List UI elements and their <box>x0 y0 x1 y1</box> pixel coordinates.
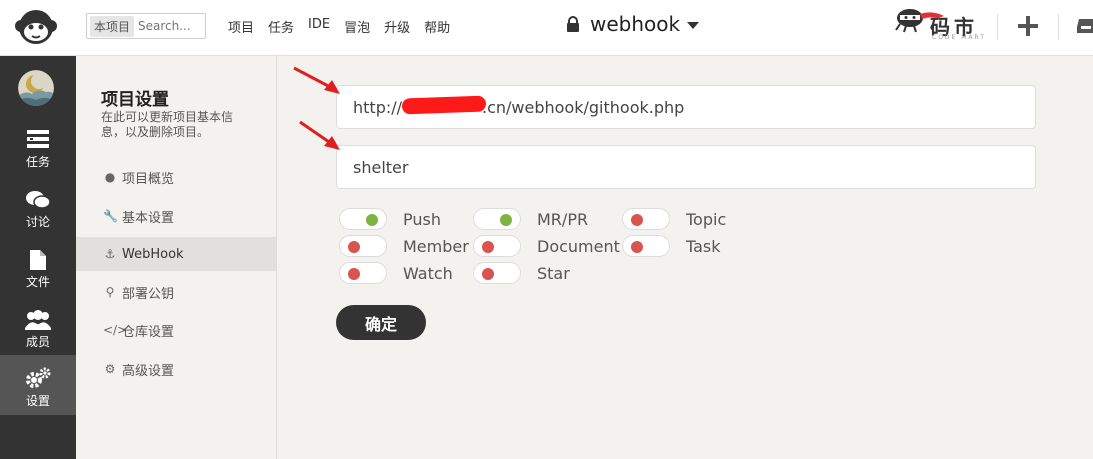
settings-item-label: 项目概览 <box>122 171 175 187</box>
sidebar-item-label: 文件 <box>25 275 50 289</box>
sidebar-item-tasks[interactable]: 任务 <box>0 118 76 178</box>
tasks-icon <box>27 130 49 148</box>
annotation-arrow-icon <box>299 120 340 150</box>
event-watch[interactable]: Watch <box>339 262 453 284</box>
settings-item-deploy-key[interactable]: ⚲ 部署公钥 <box>76 275 276 309</box>
settings-title: 项目设置 <box>101 90 169 110</box>
url-prefix: http:// <box>353 97 403 117</box>
lock-icon <box>567 15 579 32</box>
info-icon: ● <box>104 170 116 184</box>
url-suffix: .cn/webhook/githook.php <box>482 97 685 117</box>
avatar[interactable] <box>18 70 54 106</box>
sidebar-item-settings[interactable]: 设置 <box>0 355 76 415</box>
divider <box>1058 14 1059 40</box>
event-label: Document <box>537 236 620 256</box>
token-value: shelter <box>353 157 409 177</box>
event-label: Star <box>537 263 570 283</box>
sidebar-item-label: 成员 <box>25 335 50 349</box>
search-scope-chip[interactable]: 本项目 <box>90 15 135 37</box>
event-mr-pr[interactable]: MR/PR <box>473 208 588 230</box>
event-label: MR/PR <box>537 209 589 229</box>
settings-item-label: 高级设置 <box>122 363 175 379</box>
settings-item-label: 基本设置 <box>122 210 175 226</box>
toggle-switch[interactable] <box>622 208 670 230</box>
project-name: webhook <box>590 12 681 36</box>
project-switcher[interactable]: webhook <box>566 12 700 36</box>
members-icon <box>25 310 51 330</box>
inbox-icon[interactable] <box>1076 15 1093 35</box>
settings-item-advanced[interactable]: ⚙ 高级设置 <box>76 352 276 386</box>
event-topic[interactable]: Topic <box>622 208 726 230</box>
main-sidebar: 任务 讨论 文件 成员 设置 <box>0 56 76 459</box>
settings-item-overview[interactable]: ● 项目概览 <box>76 160 276 194</box>
toggle-switch[interactable] <box>473 262 521 284</box>
monkey-logo-icon[interactable] <box>14 6 58 48</box>
confirm-button[interactable]: 确定 <box>336 305 426 340</box>
sidebar-item-label: 任务 <box>25 155 50 169</box>
settings-sidebar: 项目设置 在此可以更新项目基本信息，以及删除项目。 ● 项目概览 🔧 基本设置 … <box>76 56 277 459</box>
nav-tasks[interactable]: 任务 <box>268 17 294 36</box>
event-label: Member <box>403 236 469 256</box>
nav-upgrade[interactable]: 升级 <box>384 17 410 36</box>
gear-icon <box>26 367 51 388</box>
settings-item-basic[interactable]: 🔧 基本设置 <box>76 199 276 233</box>
chevron-down-icon <box>687 22 700 29</box>
toggle-switch[interactable] <box>339 235 387 257</box>
plus-icon[interactable] <box>1016 14 1040 38</box>
sidebar-item-files[interactable]: 文件 <box>0 238 76 298</box>
sidebar-item-members[interactable]: 成员 <box>0 298 76 358</box>
settings-description: 在此可以更新项目基本信息，以及删除项目。 <box>101 110 234 139</box>
top-nav: 项目 任务 IDE 冒泡 升级 帮助 <box>228 17 450 36</box>
event-push[interactable]: Push <box>339 208 441 230</box>
event-task[interactable]: Task <box>622 235 721 257</box>
toggle-switch[interactable] <box>622 235 670 257</box>
wrench-icon: 🔧 <box>103 209 118 223</box>
settings-item-webhook[interactable]: ⚓ WebHook <box>76 237 276 271</box>
event-label: Task <box>686 236 721 256</box>
gear-icon: ⚙ <box>104 362 116 376</box>
top-bar: 本项目 项目 任务 IDE 冒泡 升级 帮助 webhook 码市 CODE M… <box>0 0 1093 56</box>
toggle-switch[interactable] <box>339 262 387 284</box>
divider <box>997 14 998 40</box>
webhook-token-field[interactable]: shelter <box>336 145 1036 189</box>
settings-item-label: WebHook <box>122 246 184 262</box>
nav-ide[interactable]: IDE <box>308 17 330 36</box>
settings-item-repo[interactable]: </> 仓库设置 <box>76 313 276 347</box>
redaction-mark <box>401 95 487 115</box>
search-input[interactable] <box>138 19 201 33</box>
settings-item-label: 部署公钥 <box>122 286 175 302</box>
sidebar-item-label: 设置 <box>25 394 50 408</box>
file-icon <box>30 250 46 270</box>
annotation-arrow-icon <box>293 66 340 94</box>
toggle-switch[interactable] <box>473 208 521 230</box>
anchor-icon: ⚓ <box>104 247 116 261</box>
toggle-switch[interactable] <box>473 235 521 257</box>
toggle-switch[interactable] <box>339 208 387 230</box>
sidebar-item-label: 讨论 <box>25 215 50 229</box>
sidebar-item-discuss[interactable]: 讨论 <box>0 178 76 238</box>
chat-bubble-icon <box>26 191 50 209</box>
event-document[interactable]: Document <box>473 235 620 257</box>
nav-help[interactable]: 帮助 <box>424 17 450 36</box>
search-box[interactable]: 本项目 <box>86 13 206 39</box>
nav-project[interactable]: 项目 <box>228 17 254 36</box>
event-label: Watch <box>403 263 453 283</box>
brand-subtext: CODE MART <box>932 34 986 41</box>
event-label: Topic <box>686 209 727 229</box>
code-icon: </> <box>103 323 128 337</box>
event-label: Push <box>403 209 441 229</box>
key-icon: ⚲ <box>105 285 115 299</box>
event-member[interactable]: Member <box>339 235 469 257</box>
event-star[interactable]: Star <box>473 262 570 284</box>
nav-bubble[interactable]: 冒泡 <box>344 17 370 36</box>
settings-item-label: 仓库设置 <box>122 324 175 340</box>
